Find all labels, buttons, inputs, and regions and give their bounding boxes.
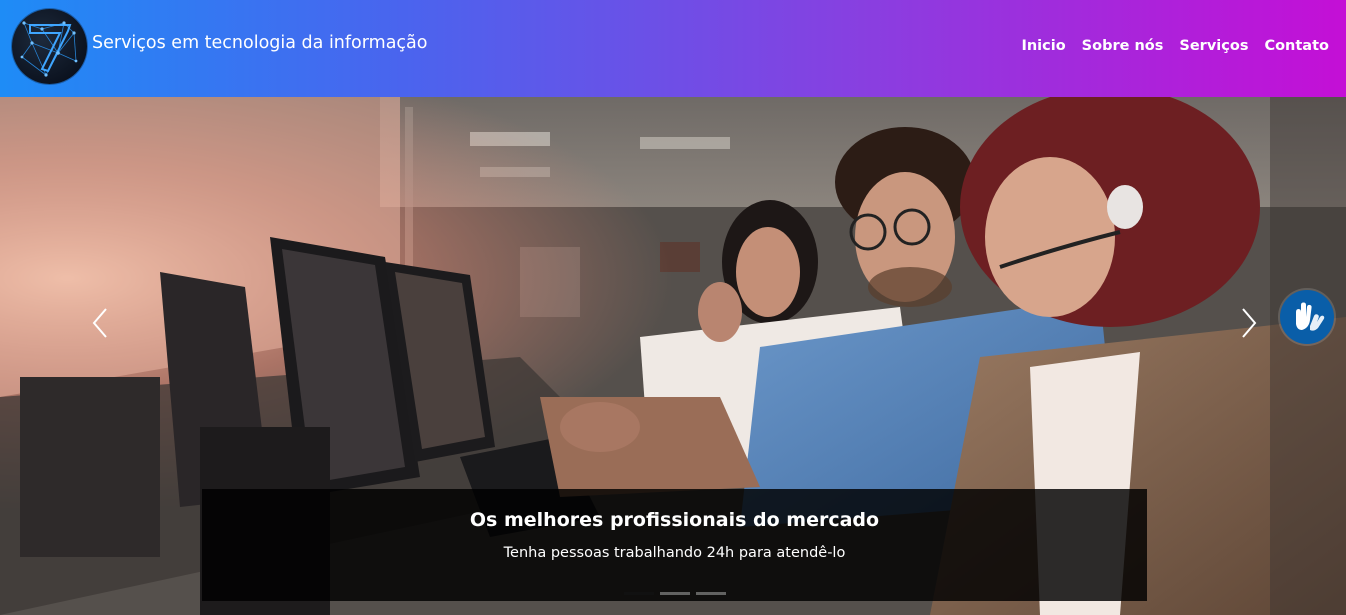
sign-language-hands-icon: [1296, 302, 1325, 331]
carousel-prev-button[interactable]: [86, 303, 116, 343]
nav-link-inicio[interactable]: Inicio: [1021, 38, 1065, 54]
carousel-indicator-2[interactable]: [660, 592, 690, 595]
carousel-caption-title: Os melhores profissionais do mercado: [469, 509, 880, 531]
carousel-indicator-1[interactable]: [624, 592, 654, 595]
nav-link-contato[interactable]: Contato: [1264, 38, 1329, 54]
chevron-right-icon: [1242, 308, 1257, 338]
carousel-next-button[interactable]: [1233, 303, 1263, 343]
logo[interactable]: [12, 9, 87, 84]
navbar: Serviços em tecnologia da informação Ini…: [0, 0, 1346, 97]
carousel-caption: Os melhores profissionais do mercado Ten…: [202, 489, 1147, 601]
carousel-indicator-3[interactable]: [696, 592, 726, 595]
nav-link-servicos[interactable]: Serviços: [1179, 38, 1248, 54]
nav-link-sobre-nos[interactable]: Sobre nós: [1082, 38, 1164, 54]
chevron-left-icon: [92, 308, 107, 338]
network-7-logo-icon: [20, 21, 78, 77]
carousel-caption-text: Tenha pessoas trabalhando 24h para atend…: [503, 545, 846, 561]
carousel-indicators: [624, 592, 726, 595]
accessibility-button[interactable]: [1280, 290, 1334, 344]
brand-title[interactable]: Serviços em tecnologia da informação: [92, 33, 427, 53]
hero-carousel: Os melhores profissionais do mercado Ten…: [0, 97, 1346, 615]
main-nav: Inicio Sobre nós Serviços Contato: [1021, 38, 1329, 54]
